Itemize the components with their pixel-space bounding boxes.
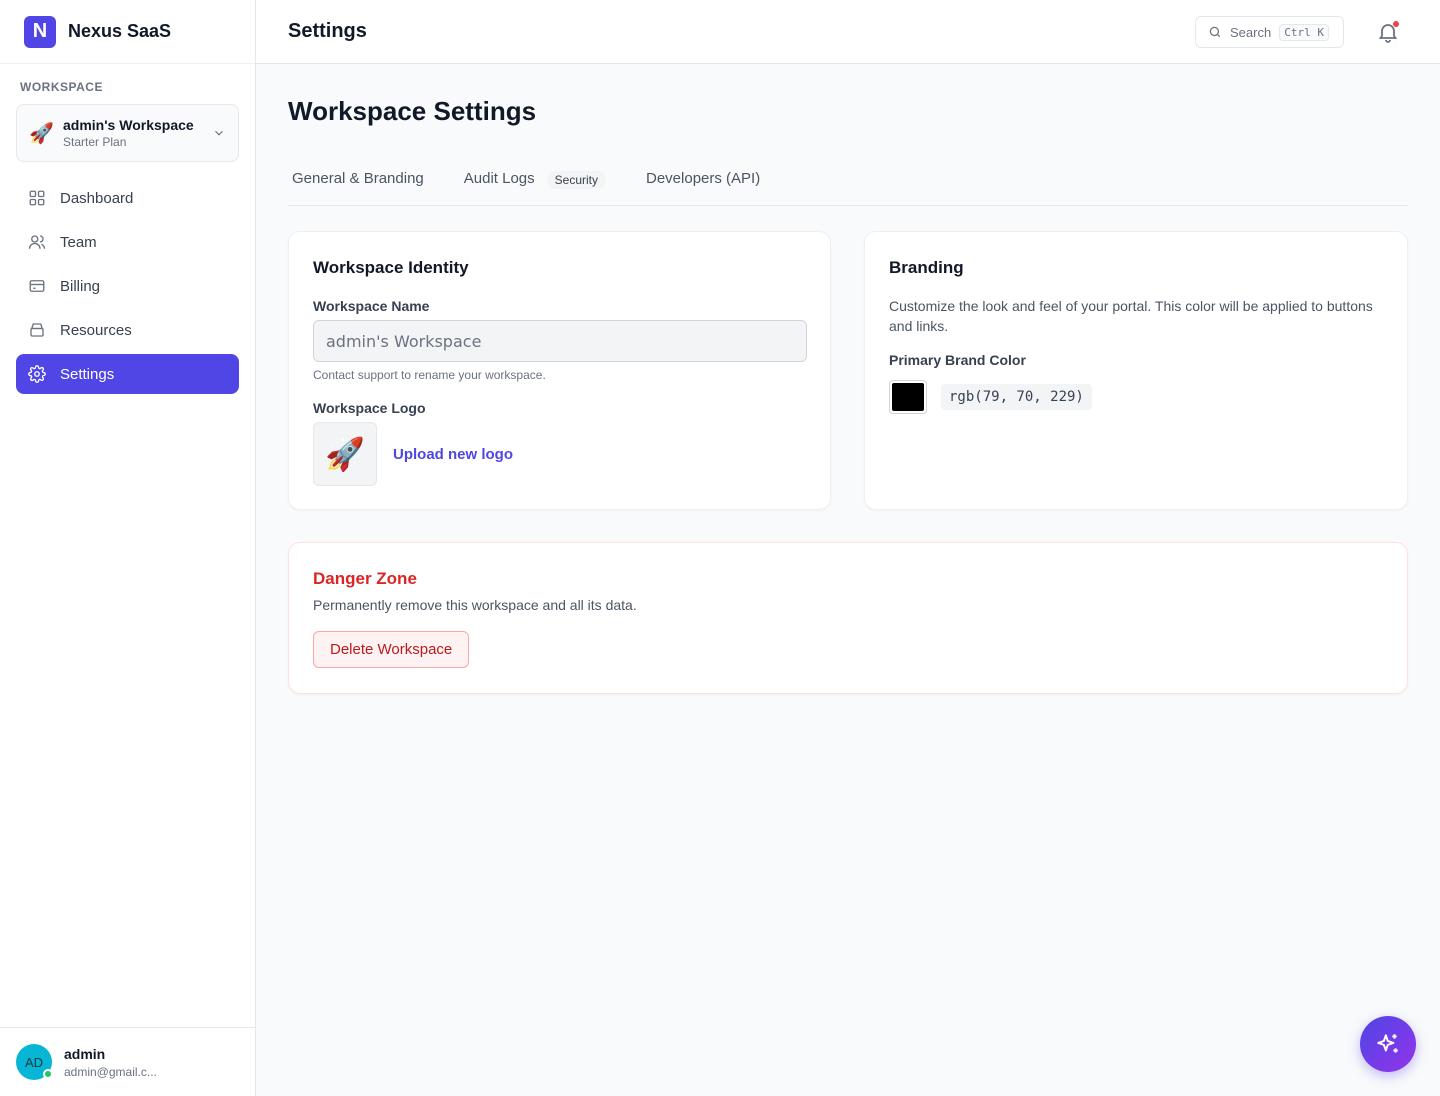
color-swatch <box>892 383 924 411</box>
sidebar-item-label: Resources <box>60 321 132 339</box>
workspace-name: admin's Workspace <box>63 117 194 133</box>
notifications-button[interactable] <box>1376 20 1400 44</box>
topbar-title: Settings <box>288 20 367 42</box>
branding-description: Customize the look and feel of your port… <box>889 298 1373 334</box>
topbar: Settings Search Ctrl K <box>256 0 1440 64</box>
search-label: Search <box>1230 24 1272 40</box>
tab-general-branding[interactable]: General & Branding <box>288 164 428 205</box>
chevron-down-icon <box>215 130 223 136</box>
workspace-name-label: Workspace Name <box>313 298 430 314</box>
danger-zone-description: Permanently remove this workspace and al… <box>313 597 637 613</box>
settings-tabs: General & Branding Audit Logs Security D… <box>288 164 1408 206</box>
workspace-rocket-icon: 🚀 <box>29 122 54 145</box>
avatar: AD <box>16 1044 53 1080</box>
avatar-initials: AD <box>24 1054 44 1070</box>
tab-label: Developers (API) <box>646 170 761 187</box>
tab-label: Audit Logs <box>463 170 535 187</box>
workspace-logo-label: Workspace Logo <box>313 400 426 416</box>
workspace-name-hint: Contact support to rename your workspace… <box>313 368 546 382</box>
workspace-logo-rocket-icon: 🚀 <box>313 422 377 486</box>
sidebar-item-label: Billing <box>60 277 101 295</box>
upload-logo-link[interactable]: Upload new logo <box>393 446 513 463</box>
brand-color-row: rgb(79, 70, 229) <box>889 380 1383 414</box>
tab-audit-logs[interactable]: Audit Logs Security <box>460 164 610 205</box>
search-shortcut: Ctrl K <box>1279 23 1329 41</box>
brand-logo: N <box>24 15 56 48</box>
security-badge: Security <box>546 171 606 189</box>
box-icon <box>30 323 44 337</box>
sidebar: N Nexus SaaS WORKSPACE 🚀 admin's Workspa… <box>0 0 256 1096</box>
workspace-section-label: WORKSPACE <box>20 80 103 94</box>
card-title: Branding <box>889 258 964 277</box>
user-profile[interactable]: AD admin admin@gmail.c... <box>0 1027 255 1096</box>
tab-developers-api[interactable]: Developers (API) <box>642 164 764 205</box>
card-icon <box>29 280 45 292</box>
danger-zone-title: Danger Zone <box>313 569 417 588</box>
sidebar-item-billing[interactable]: Billing <box>16 266 239 306</box>
sidebar-nav: Dashboard Team Billing Resources Setting… <box>16 178 239 398</box>
workspace-identity-card: Workspace Identity Workspace Name admin'… <box>288 231 831 510</box>
brand[interactable]: N Nexus SaaS <box>0 0 255 64</box>
workspace-switcher[interactable]: 🚀 admin's Workspace Starter Plan <box>16 104 239 162</box>
card-title: Workspace Identity <box>313 258 469 277</box>
page-title: Workspace Settings <box>288 96 537 126</box>
logo-row: 🚀 Upload new logo <box>313 422 806 486</box>
sidebar-item-resources[interactable]: Resources <box>16 310 239 350</box>
sparkles-icon <box>1377 1034 1398 1053</box>
brand-name: Nexus SaaS <box>68 21 172 41</box>
search-button[interactable]: Search Ctrl K <box>1195 16 1344 48</box>
notification-badge <box>1393 21 1399 27</box>
user-email: admin@gmail.c... <box>64 1064 157 1079</box>
gear-icon <box>28 365 46 383</box>
grid-icon <box>29 190 45 206</box>
workspace-plan: Starter Plan <box>63 135 127 149</box>
ai-assistant-button[interactable] <box>1360 1016 1416 1072</box>
sidebar-item-label: Settings <box>60 365 115 383</box>
sidebar-item-dashboard[interactable]: Dashboard <box>16 178 239 218</box>
danger-zone-card: Danger Zone Permanently remove this work… <box>288 542 1408 694</box>
user-name: admin <box>64 1045 106 1062</box>
sidebar-item-team[interactable]: Team <box>16 222 239 262</box>
user-info: admin admin@gmail.c... <box>64 1046 157 1079</box>
sidebar-item-settings[interactable]: Settings <box>16 354 239 394</box>
sidebar-item-label: Team <box>60 233 97 251</box>
search-icon <box>1209 26 1221 38</box>
tab-label: General & Branding <box>292 170 424 187</box>
branding-card: Branding Customize the look and feel of … <box>864 231 1408 510</box>
users-icon <box>28 235 46 249</box>
sidebar-item-label: Dashboard <box>60 189 134 207</box>
online-status-dot <box>43 1069 53 1079</box>
brand-color-label: Primary Brand Color <box>889 352 1026 368</box>
workspace-info: admin's Workspace Starter Plan <box>63 117 212 149</box>
delete-workspace-button[interactable]: Delete Workspace <box>313 631 470 668</box>
brand-color-picker[interactable] <box>889 380 927 414</box>
workspace-name-input[interactable]: admin's Workspace <box>313 320 807 362</box>
brand-color-value: rgb(79, 70, 229) <box>941 384 1092 410</box>
